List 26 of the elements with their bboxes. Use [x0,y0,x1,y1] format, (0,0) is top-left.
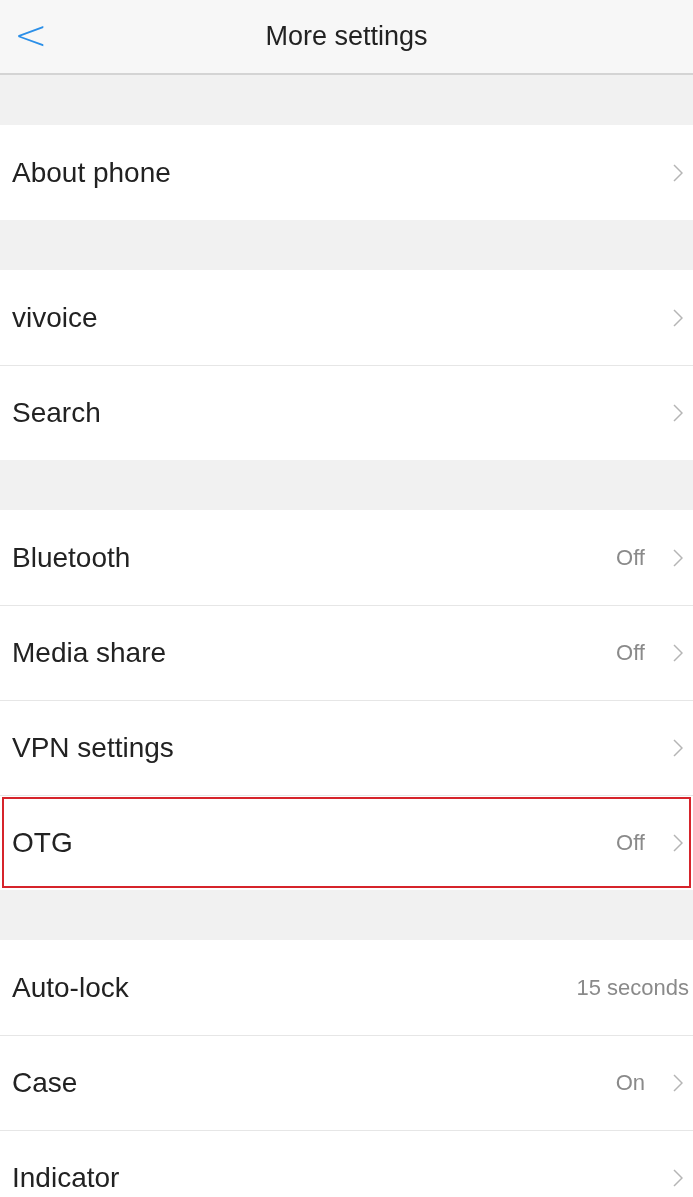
screen-title: More settings [265,21,428,52]
settings-row[interactable]: Media share Off [0,605,693,700]
setting-value: Off [616,544,645,571]
setting-value: Off [616,640,645,666]
settings-row[interactable]: vivoice [0,270,693,365]
setting-label: OTG [12,827,74,859]
setting-label: Indicator [12,1162,121,1194]
setting-value: 15 seconds [576,974,689,1001]
settings-row[interactable]: Case On [0,1035,693,1130]
setting-label: Media share [12,637,168,669]
settings-row[interactable]: Bluetooth Off [0,510,693,605]
setting-label: About phone [12,156,172,189]
settings-row[interactable]: Auto-lock 15 seconds [0,940,693,1035]
setting-label: Auto-lock [12,971,130,1004]
setting-value: On [615,1070,645,1096]
settings-row[interactable]: Indicator [0,1130,693,1197]
setting-label: Search [12,397,102,429]
settings-row[interactable]: About phone [0,125,693,220]
settings-row[interactable]: OTG Off [0,795,693,890]
setting-value: Off [616,830,645,856]
setting-label: Bluetooth [12,541,132,574]
settings-row[interactable]: VPN settings [0,700,693,795]
settings-row[interactable]: Search [0,365,693,460]
setting-label: VPN settings [12,732,175,764]
setting-label: Case [12,1067,79,1099]
setting-label: vivoice [12,301,99,334]
